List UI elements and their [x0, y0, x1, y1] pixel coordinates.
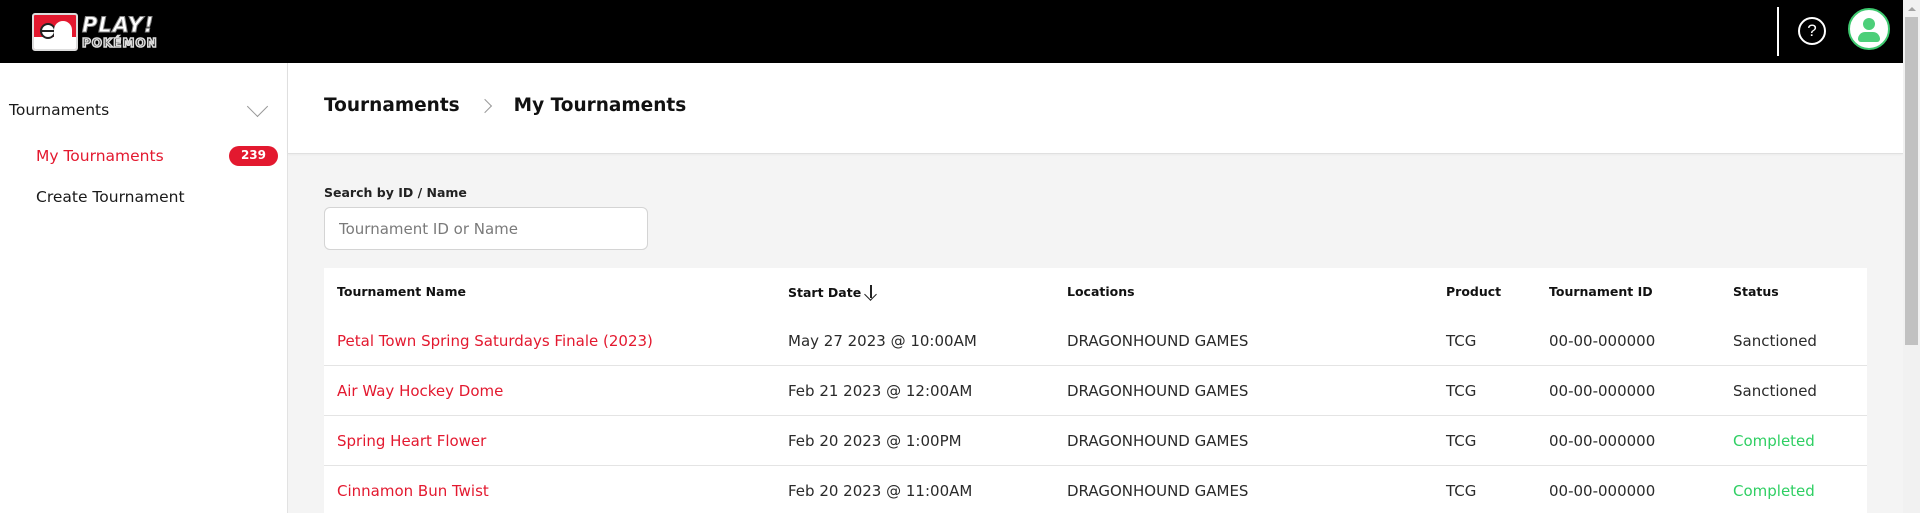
- product-cell: TCG: [1446, 382, 1477, 400]
- app-root: PLAY! POKÉMON ? Tournaments My Tournamen…: [0, 0, 1920, 513]
- sidebar: Tournaments My Tournaments 239 Create To…: [0, 63, 288, 513]
- column-header-locations[interactable]: Locations: [1067, 284, 1135, 299]
- location-cell: DRAGONHOUND GAMES: [1067, 432, 1249, 450]
- arrow-down-icon[interactable]: [865, 284, 877, 300]
- column-header-tournament-id[interactable]: Tournament ID: [1549, 284, 1653, 299]
- breadcrumb-item-current: My Tournaments: [513, 95, 687, 116]
- help-icon-glyph: ?: [1807, 21, 1817, 40]
- tournaments-table: Tournament Name Start Date Locations Pro…: [324, 268, 1867, 513]
- table-row[interactable]: Air Way Hockey Dome Feb 21 2023 @ 12:00A…: [324, 366, 1867, 416]
- product-cell: TCG: [1446, 432, 1477, 450]
- column-header-status[interactable]: Status: [1733, 284, 1779, 299]
- location-cell: DRAGONHOUND GAMES: [1067, 482, 1249, 500]
- tournament-name-link[interactable]: Spring Heart Flower: [337, 416, 486, 466]
- logo-text-pokemon: POKÉMON: [81, 36, 158, 50]
- pokeball-trainer-icon: [32, 13, 78, 51]
- header-divider: [1777, 7, 1779, 56]
- status-cell: Sanctioned: [1733, 332, 1817, 350]
- scrollbar-thumb[interactable]: [1905, 17, 1918, 345]
- sidebar-item-my-tournaments[interactable]: My Tournaments 239: [36, 143, 278, 169]
- user-avatar-icon[interactable]: [1848, 8, 1890, 50]
- sidebar-section-label: Tournaments: [9, 101, 110, 119]
- table-row[interactable]: Petal Town Spring Saturdays Finale (2023…: [324, 316, 1867, 366]
- search-input[interactable]: [324, 207, 648, 250]
- logo-text-play: PLAY!: [82, 13, 155, 37]
- status-cell: Sanctioned: [1733, 382, 1817, 400]
- tournament-id-cell: 00-00-000000: [1549, 482, 1656, 500]
- sidebar-item-label: Create Tournament: [36, 188, 185, 206]
- logo-wordmark: PLAY! POKÉMON: [81, 13, 158, 50]
- column-header-start-date[interactable]: Start Date: [788, 284, 877, 300]
- location-cell: DRAGONHOUND GAMES: [1067, 332, 1249, 350]
- chevron-down-icon[interactable]: [247, 104, 267, 116]
- tournament-name-link[interactable]: Petal Town Spring Saturdays Finale (2023…: [337, 316, 653, 366]
- search-label: Search by ID / Name: [324, 185, 467, 200]
- breadcrumb-panel: Tournaments My Tournaments: [288, 63, 1903, 154]
- column-header-product[interactable]: Product: [1446, 284, 1501, 299]
- page-scrollbar[interactable]: [1903, 0, 1920, 513]
- sidebar-section-tournaments[interactable]: Tournaments: [9, 98, 267, 122]
- play-pokemon-logo[interactable]: PLAY! POKÉMON: [32, 13, 188, 51]
- breadcrumb: Tournaments My Tournaments: [324, 95, 686, 116]
- product-cell: TCG: [1446, 332, 1477, 350]
- chevron-right-icon: [477, 98, 492, 113]
- top-header: PLAY! POKÉMON ?: [0, 0, 1903, 63]
- sidebar-item-label: My Tournaments: [36, 147, 164, 165]
- column-header-name[interactable]: Tournament Name: [337, 284, 466, 299]
- tournament-name-link[interactable]: Air Way Hockey Dome: [337, 366, 503, 416]
- product-cell: TCG: [1446, 482, 1477, 500]
- start-date-cell: May 27 2023 @ 10:00AM: [788, 332, 977, 350]
- tournament-id-cell: 00-00-000000: [1549, 432, 1656, 450]
- start-date-cell: Feb 21 2023 @ 12:00AM: [788, 382, 973, 400]
- table-row[interactable]: Cinnamon Bun Twist Feb 20 2023 @ 11:00AM…: [324, 466, 1867, 513]
- status-cell: Completed: [1733, 432, 1815, 450]
- table-row[interactable]: Spring Heart Flower Feb 20 2023 @ 1:00PM…: [324, 416, 1867, 466]
- sidebar-item-create-tournament[interactable]: Create Tournament: [36, 184, 278, 210]
- tournament-id-cell: 00-00-000000: [1549, 382, 1656, 400]
- scroll-up-arrow-icon[interactable]: [1903, 0, 1920, 17]
- breadcrumb-item-tournaments[interactable]: Tournaments: [324, 95, 460, 116]
- start-date-cell: Feb 20 2023 @ 11:00AM: [788, 482, 973, 500]
- table-header: Tournament Name Start Date Locations Pro…: [324, 268, 1867, 316]
- status-cell: Completed: [1733, 482, 1815, 500]
- count-badge: 239: [228, 146, 278, 166]
- start-date-cell: Feb 20 2023 @ 1:00PM: [788, 432, 962, 450]
- tournament-name-link[interactable]: Cinnamon Bun Twist: [337, 466, 489, 513]
- tournament-id-cell: 00-00-000000: [1549, 332, 1656, 350]
- help-circle-icon[interactable]: ?: [1798, 17, 1826, 45]
- location-cell: DRAGONHOUND GAMES: [1067, 382, 1249, 400]
